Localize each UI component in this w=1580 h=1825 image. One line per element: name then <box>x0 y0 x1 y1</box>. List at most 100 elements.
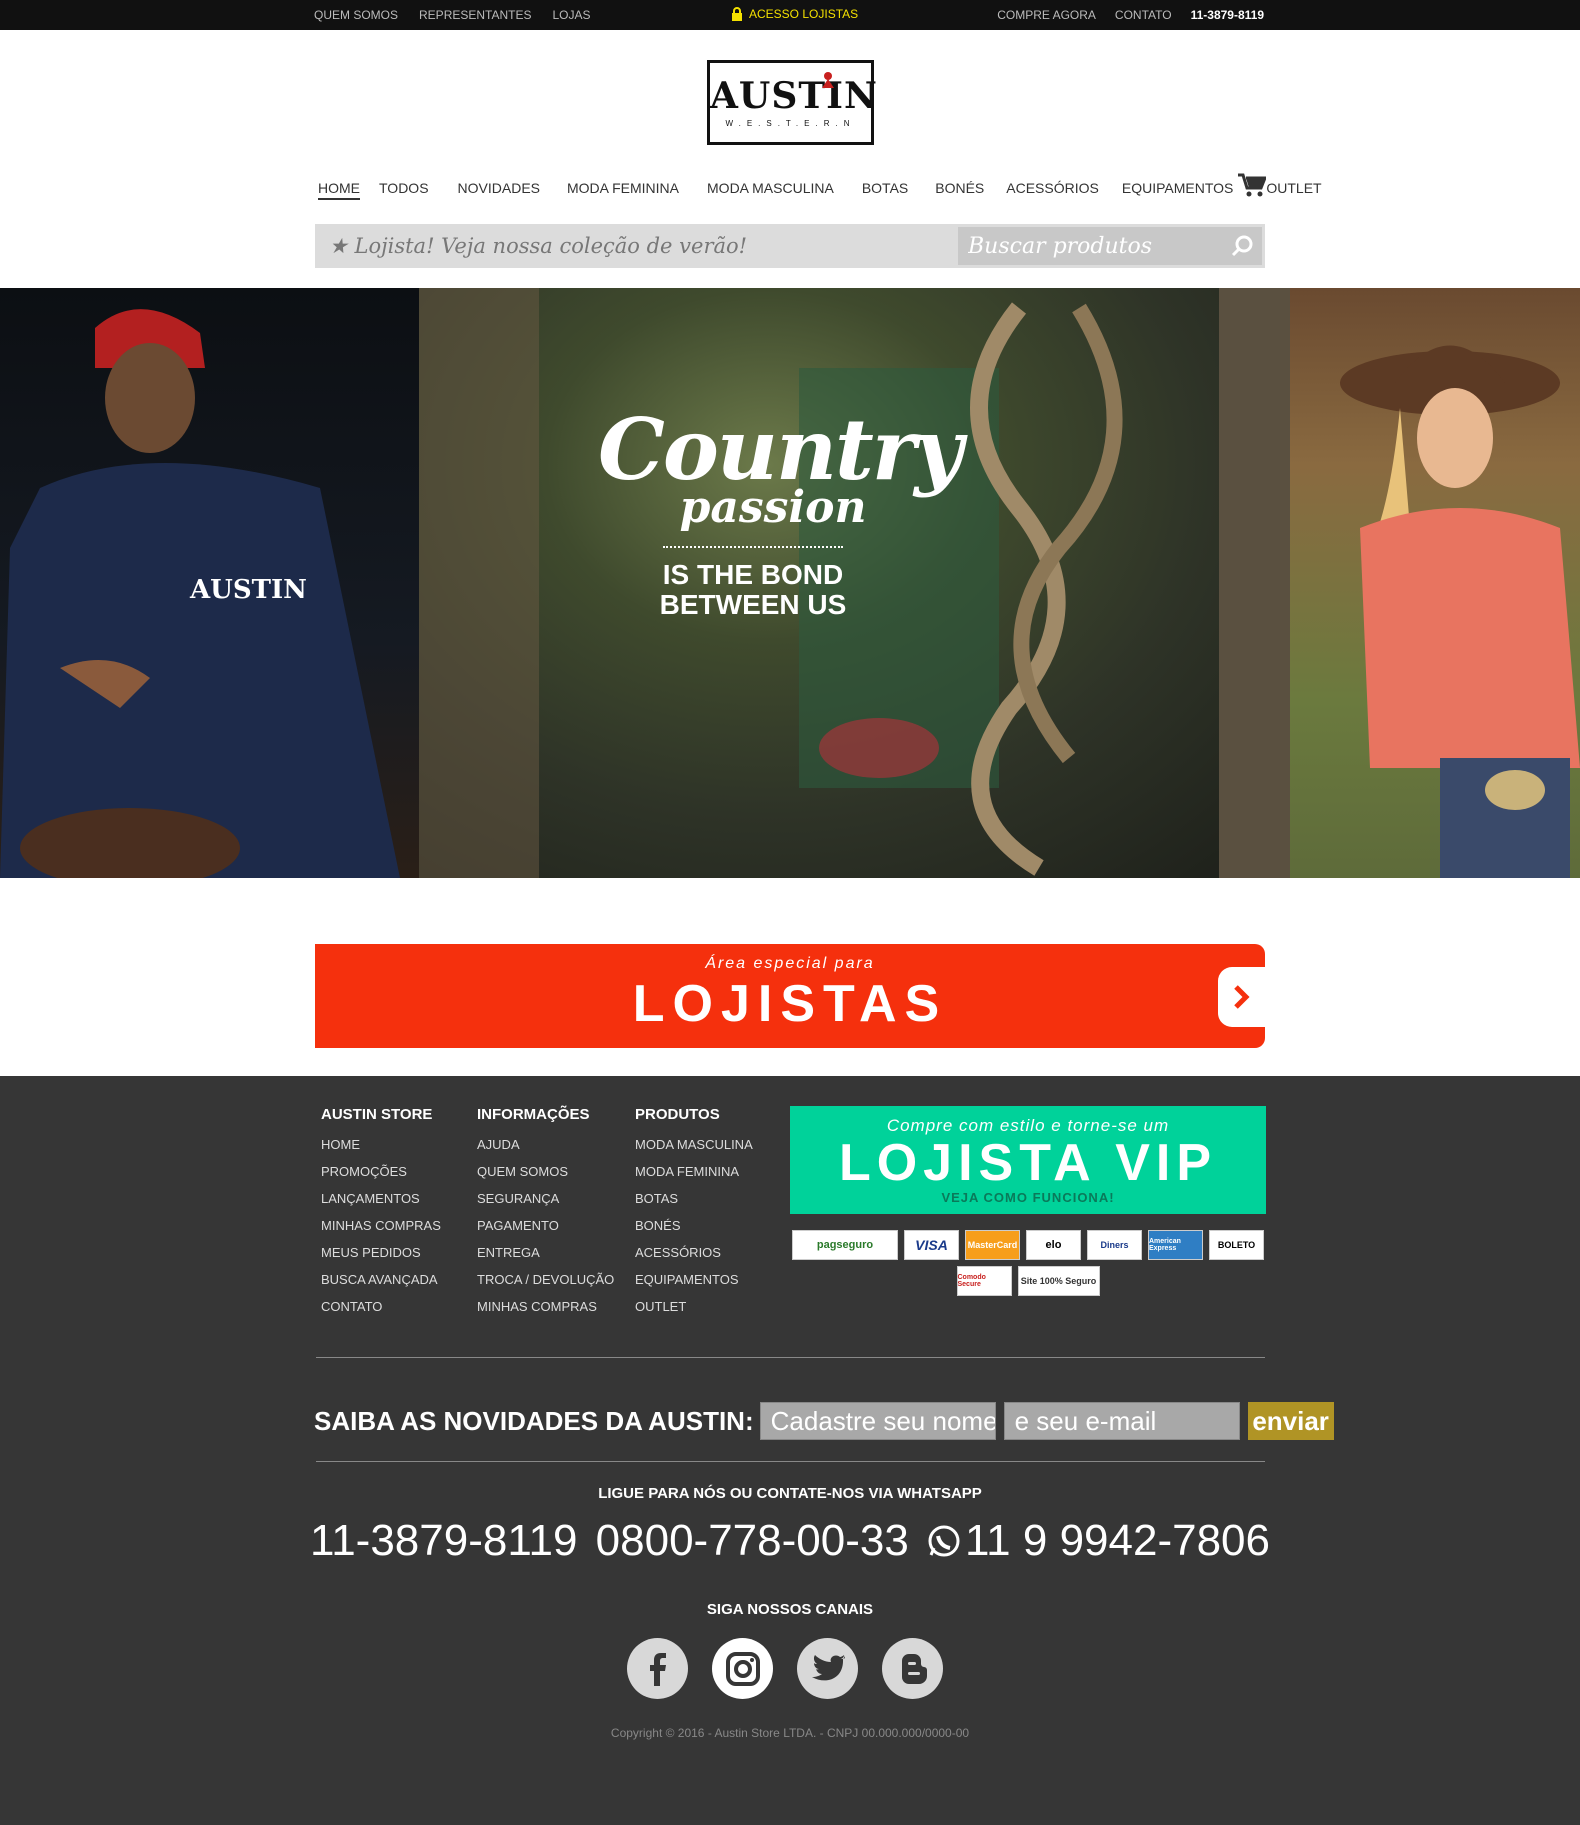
footer-link[interactable]: ACESSÓRIOS <box>635 1245 753 1260</box>
search-icon[interactable] <box>1230 234 1254 258</box>
nav-outlet[interactable]: OUTLET <box>1266 180 1321 200</box>
copyright: Copyright © 2016 - Austin Store LTDA. - … <box>610 1726 970 1740</box>
newsletter-name-input[interactable] <box>759 1402 996 1440</box>
footer-link[interactable]: QUEM SOMOS <box>477 1164 614 1179</box>
phone-2[interactable]: 0800-778-00-33 <box>596 1516 909 1566</box>
whatsapp-number[interactable]: 11 9 9942-7806 <box>927 1516 1270 1566</box>
nav-botas[interactable]: BOTAS <box>862 180 908 200</box>
newsletter-email-input[interactable] <box>1003 1402 1240 1440</box>
divider <box>316 1357 1265 1358</box>
amex-icon: American Express <box>1148 1230 1203 1260</box>
lock-icon <box>732 7 742 21</box>
svg-text:AUSTIN: AUSTIN <box>189 575 307 605</box>
phone-1[interactable]: 11-3879-8119 <box>310 1516 577 1566</box>
hero-headline: Country passion IS THE BOND BETWEEN US <box>598 400 963 620</box>
contact-title: LIGUE PARA NÓS OU CONTATE-NOS VIA WHATSA… <box>598 1485 982 1502</box>
visa-icon: VISA <box>904 1230 959 1260</box>
hero-banner[interactable]: AUSTIN Country passion IS THE BOND BETWE… <box>0 288 1580 878</box>
hero-photo-woman <box>1290 288 1580 878</box>
footer-link[interactable]: SEGURANÇA <box>477 1191 614 1206</box>
facebook-icon[interactable] <box>627 1638 688 1699</box>
social-links <box>627 1638 943 1699</box>
blogger-icon[interactable] <box>882 1638 943 1699</box>
rider-logo-icon <box>822 72 834 88</box>
nav-acessorios[interactable]: ACESSÓRIOS <box>1006 180 1099 200</box>
elo-icon: elo <box>1026 1230 1081 1260</box>
nav-moda-feminina[interactable]: MODA FEMININA <box>567 180 679 200</box>
footer-col-title: AUSTIN STORE <box>321 1106 433 1123</box>
footer-link[interactable]: HOME <box>321 1137 441 1152</box>
lojistas-arrow-button[interactable] <box>1218 967 1265 1027</box>
search-input[interactable] <box>958 227 1262 265</box>
chevron-right-icon <box>1234 985 1250 1009</box>
top-links-right: COMPRE AGORA CONTATO 11-3879-8119 <box>997 8 1264 22</box>
hero-line-1: IS THE BOND <box>662 559 844 590</box>
link-lojas[interactable]: LOJAS <box>552 8 590 22</box>
footer-link[interactable]: MINHAS COMPRAS <box>321 1218 441 1233</box>
instagram-icon[interactable] <box>712 1638 773 1699</box>
nav-novidades[interactable]: NOVIDADES <box>458 180 540 200</box>
footer-link[interactable]: EQUIPAMENTOS <box>635 1272 753 1287</box>
footer-link[interactable]: PROMOÇÕES <box>321 1164 441 1179</box>
footer-link[interactable]: PAGAMENTO <box>477 1218 614 1233</box>
acesso-lojistas-label: ACESSO LOJISTAS <box>749 7 859 21</box>
lojistas-banner[interactable]: Área especial para LOJISTAS <box>315 944 1265 1048</box>
nav-todos[interactable]: TODOS <box>379 180 429 200</box>
nav-moda-masculina[interactable]: MODA MASCULINA <box>707 180 834 200</box>
footer-link[interactable]: BONÉS <box>635 1218 753 1233</box>
newsletter-submit-button[interactable]: enviar <box>1247 1402 1334 1440</box>
twitter-icon[interactable] <box>797 1638 858 1699</box>
footer-link[interactable]: CONTATO <box>321 1299 441 1314</box>
footer-link[interactable]: MODA FEMININA <box>635 1164 753 1179</box>
footer-link[interactable]: AJUDA <box>477 1137 614 1152</box>
link-contato[interactable]: CONTATO <box>1115 8 1172 22</box>
payment-methods: pagseguro VISA MasterCard elo Diners Ame… <box>790 1230 1266 1296</box>
hero-photo-man: AUSTIN <box>0 288 419 878</box>
pagseguro-icon: pagseguro <box>792 1230 898 1260</box>
link-representantes[interactable]: REPRESENTANTES <box>419 8 531 22</box>
lojista-vip-banner[interactable]: Compre com estilo e torne-se um LOJISTA … <box>790 1106 1266 1214</box>
footer-link[interactable]: BOTAS <box>635 1191 753 1206</box>
search-bar: ★ Lojista! Veja nossa coleção de verão! <box>315 224 1265 268</box>
footer-link[interactable]: OUTLET <box>635 1299 753 1314</box>
social-title: SIGA NOSSOS CANAIS <box>706 1601 874 1618</box>
cart-icon[interactable] <box>1238 173 1266 197</box>
nav-home[interactable]: HOME <box>318 180 360 200</box>
austin-logo[interactable]: AUSTIN W.E.S.T.E.R.N <box>707 60 878 145</box>
nav-bones[interactable]: BONÉS <box>935 180 984 200</box>
cowgirl-illustration <box>1340 345 1580 878</box>
top-phone: 11-3879-8119 <box>1190 8 1264 22</box>
footer-link[interactable]: TROCA / DEVOLUÇÃO <box>477 1272 614 1287</box>
footer-col-informacoes: INFORMAÇÕES AJUDA QUEM SOMOS SEGURANÇA P… <box>477 1106 614 1326</box>
lojistas-small-text: Área especial para <box>705 955 875 972</box>
logo-word: AUSTIN <box>710 75 878 117</box>
footer: AUSTIN STORE HOME PROMOÇÕES LANÇAMENTOS … <box>0 1076 1580 1825</box>
vip-line-1: Compre com estilo e torne-se um <box>886 1116 1170 1135</box>
cowboy-illustration: AUSTIN <box>0 309 400 878</box>
link-compre-agora[interactable]: COMPRE AGORA <box>997 8 1096 22</box>
promo-text[interactable]: ★ Lojista! Veja nossa coleção de verão! <box>329 234 747 258</box>
acesso-lojistas-link[interactable]: ACESSO LOJISTAS <box>731 7 858 21</box>
nav-equipamentos[interactable]: EQUIPAMENTOS <box>1122 180 1234 200</box>
footer-link[interactable]: MEUS PEDIDOS <box>321 1245 441 1260</box>
logo-subtitle: W.E.S.T.E.R.N <box>725 119 856 128</box>
boleto-icon: BOLETO <box>1209 1230 1264 1260</box>
mastercard-icon: MasterCard <box>965 1230 1020 1260</box>
footer-col-produtos: PRODUTOS MODA MASCULINA MODA FEMININA BO… <box>635 1106 753 1326</box>
top-bar: QUEM SOMOS REPRESENTANTES LOJAS ACESSO L… <box>0 0 1580 30</box>
footer-link[interactable]: ENTREGA <box>477 1245 614 1260</box>
footer-link[interactable]: MINHAS COMPRAS <box>477 1299 614 1314</box>
lojistas-big-text: LOJISTAS <box>632 975 948 1033</box>
footer-link[interactable]: MODA MASCULINA <box>635 1137 753 1152</box>
footer-link[interactable]: BUSCA AVANÇADA <box>321 1272 441 1287</box>
site-seguro-icon: Site 100% Seguro <box>1017 1266 1100 1296</box>
hero-divider <box>663 546 843 548</box>
phone-numbers: 11-3879-8119 0800-778-00-33 11 9 9942-78… <box>310 1516 1270 1566</box>
vip-line-3: VEJA COMO FUNCIONA! <box>941 1190 1115 1205</box>
footer-link[interactable]: LANÇAMENTOS <box>321 1191 441 1206</box>
vip-line-2: LOJISTA VIP <box>838 1134 1218 1192</box>
link-quem-somos[interactable]: QUEM SOMOS <box>314 8 398 22</box>
hero-script-country: Country <box>598 400 963 499</box>
newsletter-form: SAIBA AS NOVIDADES DA AUSTIN: enviar <box>314 1402 1334 1440</box>
newsletter-label: SAIBA AS NOVIDADES DA AUSTIN: <box>314 1405 754 1436</box>
